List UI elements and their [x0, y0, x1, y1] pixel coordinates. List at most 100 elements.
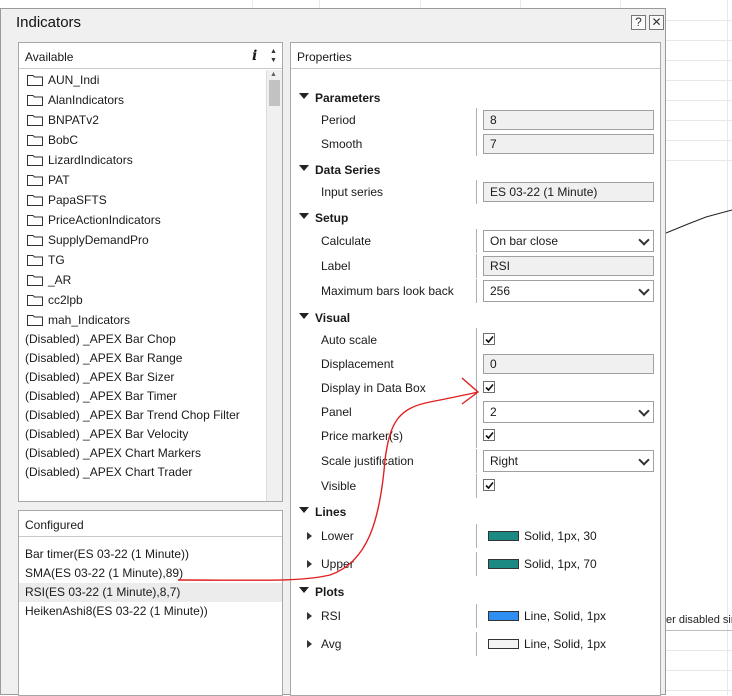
sort-arrows-icon[interactable]: ▲ ▼: [270, 47, 277, 65]
configured-item[interactable]: SMA(ES 03-22 (1 Minute),89): [19, 564, 282, 583]
properties-panel: Properties Parameters Period 8 Smooth 7 …: [290, 42, 661, 696]
collapse-arrow-icon[interactable]: [299, 165, 309, 171]
chevron-down-icon: [638, 284, 650, 296]
color-swatch[interactable]: [488, 531, 519, 541]
scale-justification-select[interactable]: Right: [483, 450, 654, 472]
property-grid: Parameters Period 8 Smooth 7 Data Series…: [291, 70, 660, 695]
panel-select[interactable]: 2: [483, 401, 654, 423]
period-input[interactable]: 8: [483, 110, 654, 130]
chevron-down-icon: [638, 454, 650, 466]
indicator-item[interactable]: (Disabled) _APEX Bar Trend Chop Filter: [19, 406, 267, 425]
folder-item[interactable]: mah_Indicators: [19, 310, 267, 330]
folder-icon: [27, 275, 43, 286]
price-marker-checkbox[interactable]: [483, 429, 495, 441]
folder-icon: [27, 315, 43, 326]
folder-item[interactable]: SupplyDemandPro: [19, 230, 267, 250]
folder-item[interactable]: PriceActionIndicators: [19, 210, 267, 230]
indicators-dialog: Indicators ? ✕ Available i ▲ ▼ AUN_Indi Al…: [0, 8, 666, 696]
configured-list[interactable]: Bar timer(ES 03-22 (1 Minute)) SMA(ES 03-…: [19, 545, 282, 621]
folder-item[interactable]: _AR: [19, 270, 267, 290]
displacement-input[interactable]: 0: [483, 354, 654, 374]
collapse-arrow-icon[interactable]: [299, 587, 309, 593]
prop-label: Label RSI: [291, 254, 660, 278]
configured-panel: Configured Bar timer(ES 03-22 (1 Minute)…: [18, 510, 283, 696]
folder-item[interactable]: cc2lpb: [19, 290, 267, 310]
available-title: Available: [25, 50, 74, 64]
category-plots[interactable]: Plots: [291, 581, 660, 603]
visible-checkbox[interactable]: [483, 479, 495, 491]
color-swatch[interactable]: [488, 639, 519, 649]
expand-arrow-icon[interactable]: [307, 560, 312, 568]
prop-plot-rsi[interactable]: RSI Line, Solid, 1px: [291, 602, 660, 630]
folder-item[interactable]: AUN_Indi: [19, 70, 267, 90]
collapse-arrow-icon[interactable]: [299, 507, 309, 513]
scrollbar-thumb[interactable]: [269, 80, 280, 106]
configured-item[interactable]: Bar timer(ES 03-22 (1 Minute)): [19, 545, 282, 564]
chevron-down-icon: [638, 234, 650, 246]
available-header: Available i ▲ ▼: [19, 43, 282, 69]
configured-title: Configured: [25, 518, 84, 532]
indicator-item[interactable]: (Disabled) _APEX Chart Trader: [19, 463, 267, 482]
folder-item[interactable]: BobC: [19, 130, 267, 150]
expand-arrow-icon[interactable]: [307, 612, 312, 620]
folder-item[interactable]: PAT: [19, 170, 267, 190]
label-input[interactable]: RSI: [483, 256, 654, 276]
window-title: Indicators: [16, 14, 82, 31]
prop-plot-avg[interactable]: Avg Line, Solid, 1px: [291, 630, 660, 658]
folder-icon: [27, 135, 43, 146]
indicator-item[interactable]: (Disabled) _APEX Chart Markers: [19, 444, 267, 463]
indicator-item[interactable]: (Disabled) _APEX Bar Chop: [19, 330, 267, 349]
folder-icon: [27, 115, 43, 126]
indicator-item[interactable]: (Disabled) _APEX Bar Sizer: [19, 368, 267, 387]
category-parameters[interactable]: Parameters: [291, 87, 660, 109]
folder-item[interactable]: LizardIndicators: [19, 150, 267, 170]
collapse-arrow-icon[interactable]: [299, 93, 309, 99]
collapse-arrow-icon[interactable]: [299, 213, 309, 219]
prop-visible: Visible: [291, 474, 660, 498]
title-bar[interactable]: Indicators ? ✕: [1, 9, 665, 35]
help-button[interactable]: ?: [631, 15, 646, 30]
prop-scale-justification: Scale justification Right: [291, 449, 660, 473]
info-icon[interactable]: i: [252, 48, 257, 64]
category-visual[interactable]: Visual: [291, 307, 660, 329]
data-box-checkbox[interactable]: [483, 381, 495, 393]
input-series-field[interactable]: ES 03-22 (1 Minute): [483, 182, 654, 202]
scroll-up-icon[interactable]: ▲: [270, 71, 277, 78]
calculate-select[interactable]: On bar close: [483, 230, 654, 252]
color-swatch[interactable]: [488, 611, 519, 621]
checkmark-icon: [485, 335, 494, 344]
folder-icon: [27, 295, 43, 306]
category-setup[interactable]: Setup: [291, 207, 660, 229]
close-button[interactable]: ✕: [649, 15, 664, 30]
indicator-item[interactable]: (Disabled) _APEX Bar Timer: [19, 387, 267, 406]
category-data-series[interactable]: Data Series: [291, 159, 660, 181]
max-bars-select[interactable]: 256: [483, 280, 654, 302]
indicator-item[interactable]: (Disabled) _APEX Bar Range: [19, 349, 267, 368]
collapse-arrow-icon[interactable]: [299, 313, 309, 319]
folder-item[interactable]: BNPATv2: [19, 110, 267, 130]
folder-item[interactable]: PapaSFTS: [19, 190, 267, 210]
prop-panel: Panel 2: [291, 400, 660, 424]
auto-scale-checkbox[interactable]: [483, 333, 495, 345]
folder-item[interactable]: AlanIndicators: [19, 90, 267, 110]
folder-icon: [27, 95, 43, 106]
available-list[interactable]: AUN_Indi AlanIndicators BNPATv2 BobC LizardI…: [19, 70, 267, 501]
configured-item[interactable]: RSI(ES 03-22 (1 Minute),8,7): [19, 583, 282, 602]
indicator-item[interactable]: (Disabled) _APEX Bar Velocity: [19, 425, 267, 444]
configured-item[interactable]: HeikenAshi8(ES 03-22 (1 Minute)): [19, 602, 282, 621]
prop-line-lower[interactable]: Lower Solid, 1px, 30: [291, 522, 660, 550]
expand-arrow-icon[interactable]: [307, 640, 312, 648]
color-swatch[interactable]: [488, 559, 519, 569]
folder-icon: [27, 215, 43, 226]
folder-icon: [27, 155, 43, 166]
smooth-input[interactable]: 7: [483, 134, 654, 154]
prop-data-box: Display in Data Box: [291, 376, 660, 400]
folder-item[interactable]: TG: [19, 250, 267, 270]
expand-arrow-icon[interactable]: [307, 532, 312, 540]
folder-icon: [27, 195, 43, 206]
category-lines[interactable]: Lines: [291, 501, 660, 523]
available-scrollbar[interactable]: ▲: [266, 70, 282, 501]
checkmark-icon: [485, 481, 494, 490]
prop-line-upper[interactable]: Upper Solid, 1px, 70: [291, 550, 660, 578]
prop-smooth: Smooth 7: [291, 132, 660, 156]
